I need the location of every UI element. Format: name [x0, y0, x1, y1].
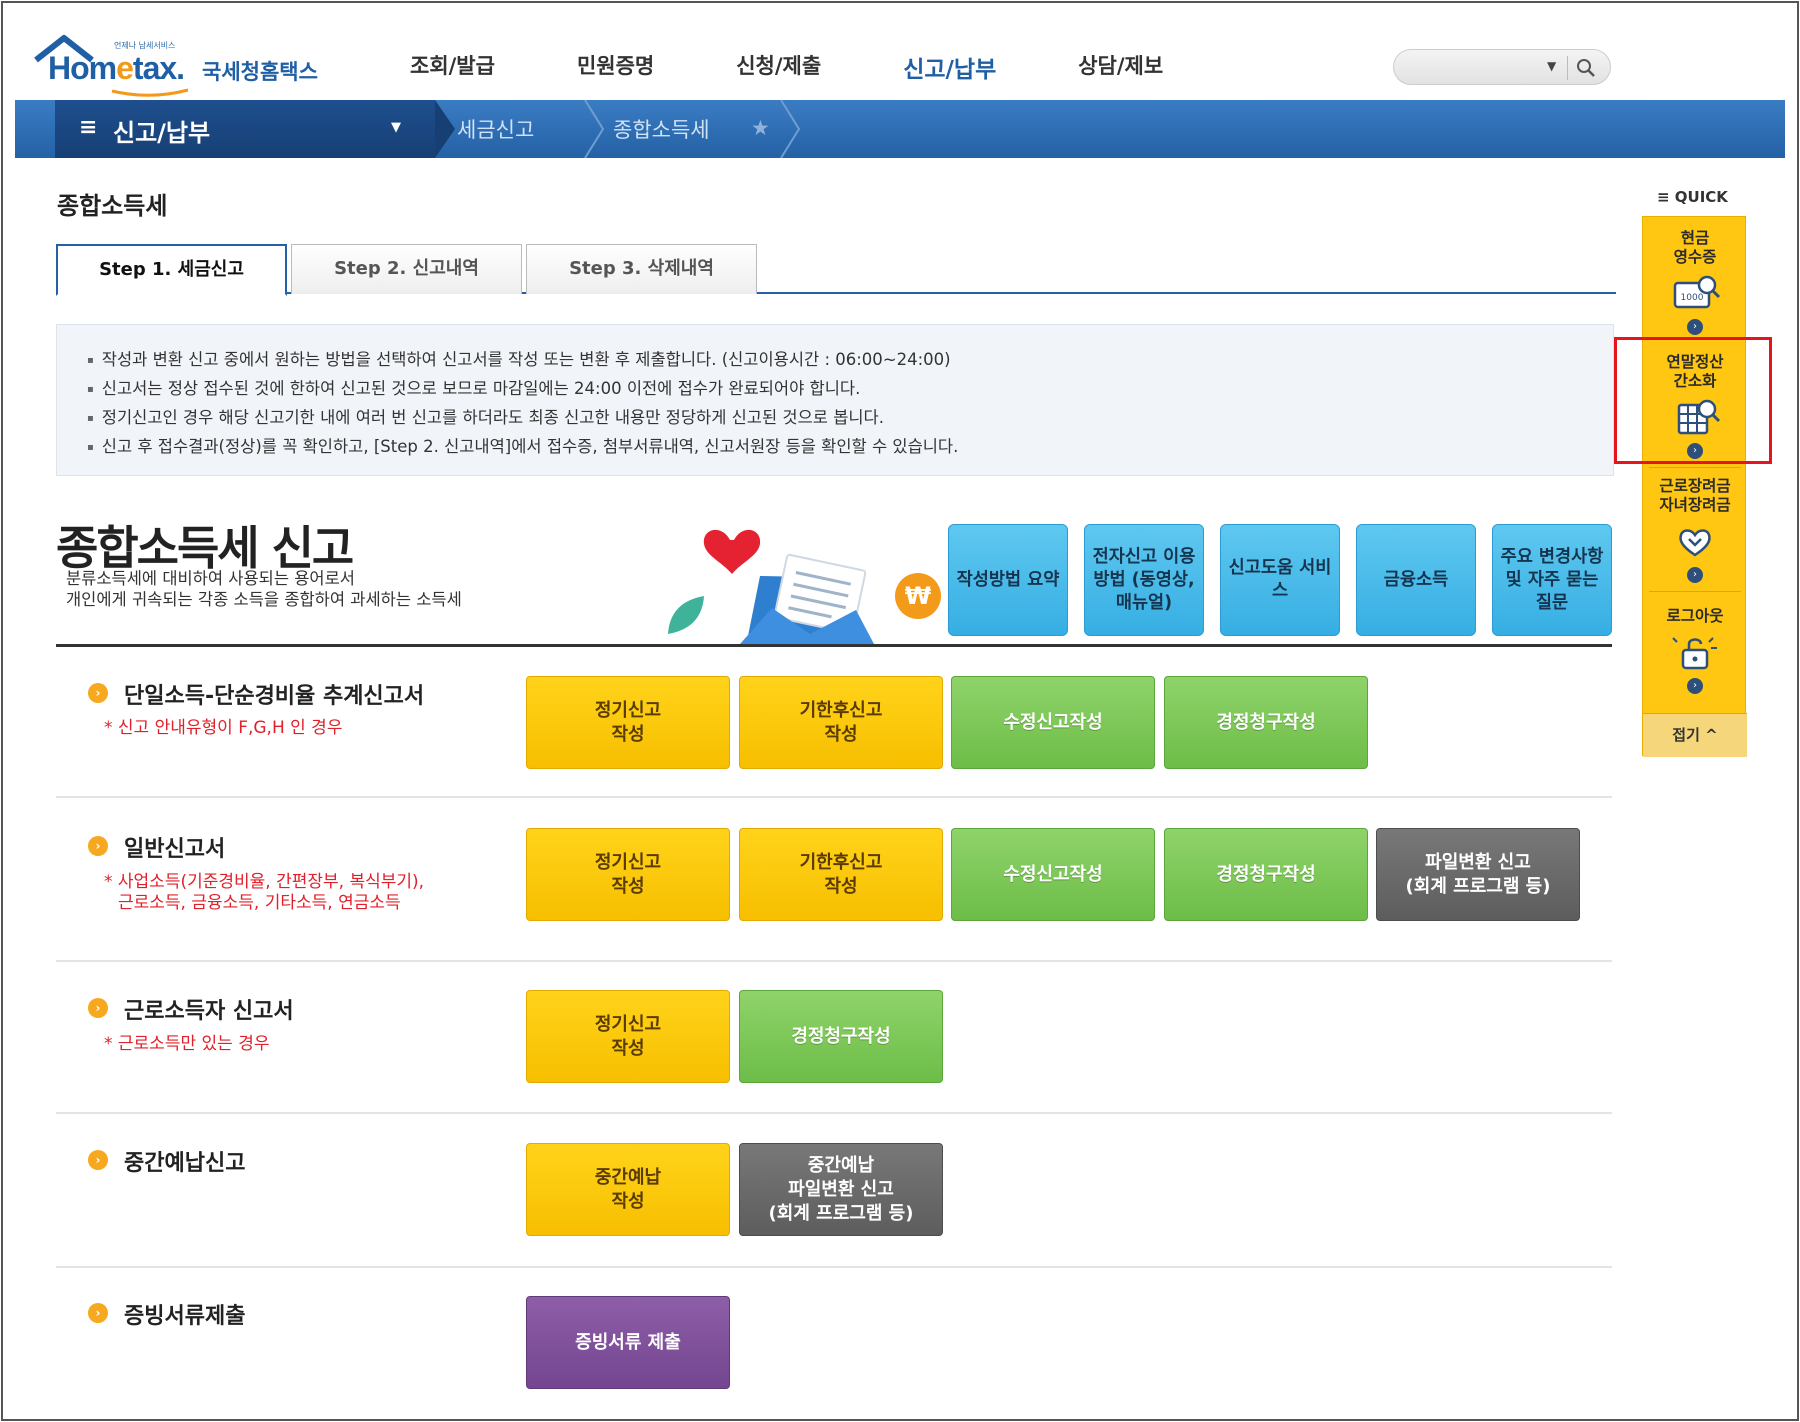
heart-hands-icon [1679, 529, 1711, 557]
unlock-icon [1672, 637, 1717, 670]
quick-menu-panel: 현금 영수증 1000 › 연말정산 간소화 › 근로장려금 자녀장려금 › 로… [1642, 216, 1747, 757]
nav-inquiry-issue[interactable]: 조회/발급 [410, 50, 495, 84]
menu-icon: ≡ [79, 115, 98, 140]
search-icon[interactable] [1574, 56, 1598, 80]
regular-report-button[interactable]: 정기신고 작성 [526, 828, 730, 921]
hero-description-line: 개인에게 귀속되는 각종 소득을 종합하여 과세하는 소득세 [66, 590, 462, 609]
section-divider [56, 960, 1612, 962]
quick-item-label: 로그아웃 [1666, 607, 1724, 625]
quick-item-label: 현금 영수증 [1673, 229, 1717, 266]
file-conversion-report-button[interactable]: 파일변환 신고 (회계 프로그램 등) [1376, 828, 1580, 921]
regular-report-button[interactable]: 정기신고 작성 [526, 676, 730, 769]
late-report-button[interactable]: 기한후신고 작성 [739, 676, 943, 769]
section-note: * 사업소득(기준경비율, 간편장부, 복식부기), 근로소득, 금융소득, 기… [104, 872, 425, 913]
receipt-icon: 1000 [1673, 275, 1721, 309]
guide-summary-button[interactable]: 작성방법 요약 [948, 524, 1068, 636]
section-divider [56, 1266, 1612, 1268]
nav-certificates[interactable]: 민원증명 [577, 50, 654, 84]
breadcrumb-separator-icon [584, 100, 605, 158]
nav-apply-submit[interactable]: 신청/제출 [736, 50, 821, 84]
chevron-right-icon: › [1687, 678, 1703, 694]
quick-cash-receipt[interactable]: 현금 영수증 1000 › [1643, 229, 1747, 335]
breadcrumb-income-tax[interactable]: 종합소득세 [613, 114, 710, 144]
breadcrumb-bar: ≡ 신고/납부 ▼ 세금신고 종합소득세 ★ [15, 100, 1785, 158]
favorite-star-icon[interactable]: ★ [751, 116, 770, 140]
section-title: 단일소득-단순경비율 추계신고서 [124, 684, 425, 709]
quick-fold-button[interactable]: 접기 ^ [1643, 713, 1747, 757]
filing-help-service-button[interactable]: 신고도움 서비스 [1220, 524, 1340, 636]
financial-income-button[interactable]: 금융소득 [1356, 524, 1476, 636]
search-input[interactable] [1408, 56, 1538, 78]
interim-prepayment-button[interactable]: 중간예납 작성 [526, 1143, 730, 1236]
quick-separator [1649, 591, 1741, 592]
logo-korean-name: 국세청홈택스 [202, 60, 318, 84]
amended-report-button[interactable]: 수정신고작성 [951, 676, 1155, 769]
regular-report-button[interactable]: 정기신고 작성 [526, 990, 730, 1083]
caret-down-icon: ▼ [391, 120, 401, 135]
chevron-down-icon[interactable]: ▼ [1547, 59, 1556, 73]
step-tabs: Step 1. 세금신고 Step 2. 신고내역 Step 3. 삭제내역 [56, 244, 1616, 296]
nav-consult-report[interactable]: 상담/제보 [1078, 50, 1163, 84]
faq-changes-button[interactable]: 주요 변경사항 및 자주 묻는 질문 [1492, 524, 1612, 636]
nav-report-pay[interactable]: 신고/납부 [903, 50, 996, 84]
amended-report-button[interactable]: 수정신고작성 [951, 828, 1155, 921]
hometax-logo[interactable]: 언제나 납세서비스 Hometax. 국세청홈택스 [34, 30, 334, 97]
section-divider [56, 644, 1612, 647]
refund-claim-button[interactable]: 경정청구작성 [1164, 676, 1368, 769]
section-title: 일반신고서 [124, 837, 226, 862]
quick-logout[interactable]: 로그아웃 › [1643, 607, 1747, 694]
breadcrumb-separator-icon [780, 100, 801, 158]
logo-wordmark: Hometax. [48, 50, 185, 86]
section-title: 중간예납신고 [124, 1151, 246, 1176]
search-divider [1567, 56, 1568, 80]
tab-step3-deleted-history[interactable]: Step 3. 삭제내역 [526, 244, 757, 294]
evidence-submit-button[interactable]: 증빙서류 제출 [526, 1296, 730, 1389]
highlight-annotation-box [1614, 337, 1772, 464]
hero-description-line: 분류소득세에 대비하여 사용되는 용어로서 [66, 569, 355, 588]
section-note: * 근로소득만 있는 경우 [104, 1034, 270, 1054]
section-note: * 신고 안내유형이 F,G,H 인 경우 [104, 718, 343, 738]
tab-step2-report-history[interactable]: Step 2. 신고내역 [291, 244, 522, 294]
notice-item: 신고 후 접수결과(정상)를 꼭 확인하고, [Step 2. 신고내역]에서 … [87, 434, 1613, 463]
section-title: 근로소득자 신고서 [124, 999, 294, 1024]
section-divider [56, 796, 1612, 798]
hero-description: 분류소득세에 대비하여 사용되는 용어로서 개인에게 귀속되는 각종 소득을 종… [66, 568, 462, 610]
interim-file-conversion-button[interactable]: 중간예납 파일변환 신고 (회계 프로그램 등) [739, 1143, 943, 1236]
receipt-value-text: 1000 [1681, 293, 1704, 303]
breadcrumb-category-title: 신고/납부 [113, 119, 211, 147]
e-filing-guide-button[interactable]: 전자신고 이용방법 (동영상, 매뉴얼) [1084, 524, 1204, 636]
chevron-right-icon: › [1687, 319, 1703, 335]
notice-box: 작성과 변환 신고 중에서 원하는 방법을 선택하여 신고서를 작성 또는 변환… [56, 324, 1614, 476]
logo-swoosh-icon [111, 88, 189, 97]
late-report-button[interactable]: 기한후신고 작성 [739, 828, 943, 921]
notice-item: 신고서는 정상 접수된 것에 한하여 신고된 것으로 보므로 마감일에는 24:… [87, 376, 1613, 405]
notice-item: 정기신고인 경우 해당 신고기한 내에 여러 번 신고를 하더라도 최종 신고한… [87, 405, 1613, 434]
quick-work-incentive[interactable]: 근로장려금 자녀장려금 › [1643, 477, 1747, 583]
chevron-right-icon: › [1687, 567, 1703, 583]
notice-item: 작성과 변환 신고 중에서 원하는 방법을 선택하여 신고서를 작성 또는 변환… [87, 347, 1613, 376]
quick-separator [1649, 467, 1741, 468]
page-title: 종합소득세 [57, 192, 168, 220]
tab-step1-tax-report[interactable]: Step 1. 세금신고 [56, 244, 287, 296]
quick-menu-label: ≡ QUICK [1657, 188, 1728, 206]
search-box: ▼ [1393, 49, 1611, 85]
refund-claim-button[interactable]: 경정청구작성 [1164, 828, 1368, 921]
won-coin-icon: ₩ [895, 573, 941, 619]
quick-item-label: 근로장려금 자녀장려금 [1659, 477, 1731, 514]
breadcrumb-tax-report[interactable]: 세금신고 [457, 114, 534, 144]
refund-claim-button[interactable]: 경정청구작성 [739, 990, 943, 1083]
top-navigation: 조회/발급 민원증명 신청/제출 신고/납부 상담/제보 [410, 50, 1245, 84]
breadcrumb-category-selector[interactable]: ≡ 신고/납부 ▼ [55, 100, 435, 158]
section-title: 증빙서류제출 [124, 1304, 246, 1329]
section-divider [56, 1112, 1612, 1114]
